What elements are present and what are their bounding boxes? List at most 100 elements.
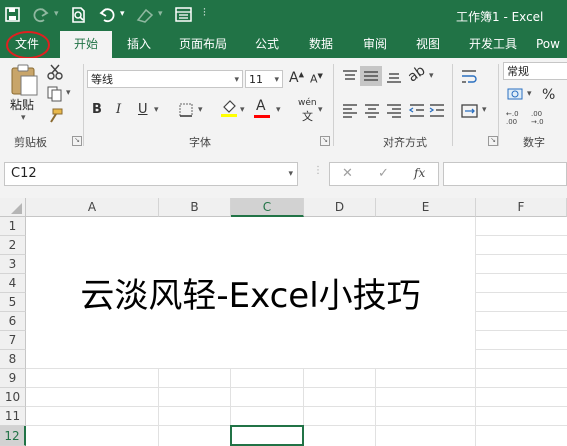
enter-icon[interactable]: ✓	[378, 166, 389, 181]
decrease-decimal-icon[interactable]: .00 →.0	[530, 108, 552, 126]
save-icon[interactable]	[4, 6, 22, 24]
row-header-11[interactable]: 11	[0, 407, 26, 426]
paste-dropdown-icon[interactable]: ▾	[21, 113, 26, 123]
tab-home[interactable]: 开始	[60, 31, 112, 58]
align-left-icon[interactable]	[341, 102, 359, 118]
orientation-dropdown-icon[interactable]: ▾	[429, 71, 434, 81]
copy-dropdown-icon[interactable]: ▾	[66, 88, 71, 98]
underline-button[interactable]: U	[138, 102, 148, 117]
font-name-select[interactable]: 等线 ▾	[87, 70, 243, 88]
row-header-9[interactable]: 9	[0, 369, 26, 388]
column-header-e[interactable]: E	[376, 198, 476, 217]
font-color-dropdown-icon[interactable]: ▾	[276, 105, 281, 115]
active-cell-c12[interactable]	[230, 425, 304, 446]
column-header-f[interactable]: F	[476, 198, 567, 217]
formula-input[interactable]	[443, 162, 567, 186]
column-header-d[interactable]: D	[304, 198, 376, 217]
merge-center-icon[interactable]	[460, 102, 480, 120]
percent-button[interactable]: %	[542, 87, 555, 103]
tab-review[interactable]: 审阅	[353, 31, 397, 58]
fill-color-icon[interactable]	[220, 98, 238, 118]
gridline	[158, 369, 159, 446]
paste-button[interactable]: 粘贴	[10, 96, 34, 113]
row-header-7[interactable]: 7	[0, 331, 26, 350]
cancel-icon[interactable]: ✕	[342, 166, 353, 181]
borders-icon[interactable]	[178, 102, 194, 118]
row-header-10[interactable]: 10	[0, 388, 26, 407]
row-header-5[interactable]: 5	[0, 293, 26, 312]
merge-dropdown-icon[interactable]: ▾	[482, 105, 487, 115]
gridline	[475, 217, 476, 446]
undo-icon[interactable]	[98, 6, 118, 24]
wrap-text-icon[interactable]	[460, 68, 480, 86]
italic-button[interactable]: I	[116, 102, 121, 117]
accounting-dropdown-icon[interactable]: ▾	[527, 89, 532, 99]
insert-function-icon[interactable]: fx	[414, 166, 425, 180]
undo-dropdown-icon[interactable]: ▾	[120, 9, 125, 19]
redo-icon[interactable]	[30, 6, 50, 24]
row-header-8[interactable]: 8	[0, 350, 26, 369]
column-header-c[interactable]: C	[231, 198, 304, 217]
row-header-6[interactable]: 6	[0, 312, 26, 331]
grow-font-icon[interactable]: A▲	[289, 70, 304, 86]
top-align-icon[interactable]	[341, 68, 359, 84]
row-header-3[interactable]: 3	[0, 255, 26, 274]
tab-data[interactable]: 数据	[299, 31, 343, 58]
tab-developer[interactable]: 开发工具	[460, 31, 526, 58]
group-divider	[83, 64, 84, 146]
tab-formulas[interactable]: 公式	[245, 31, 289, 58]
phonetic-icon[interactable]: wén	[298, 98, 317, 108]
row-header-4[interactable]: 4	[0, 274, 26, 293]
align-right-icon[interactable]	[385, 102, 403, 118]
column-header-b[interactable]: B	[159, 198, 231, 217]
bottom-align-icon[interactable]	[385, 68, 403, 84]
font-launcher-icon[interactable]: ↘	[320, 136, 330, 146]
borders-dropdown-icon[interactable]: ▾	[198, 105, 203, 115]
eraser-icon[interactable]	[134, 6, 156, 24]
column-header-a[interactable]: A	[26, 198, 159, 217]
middle-align-button[interactable]	[360, 66, 382, 86]
font-size-select[interactable]: 11 ▾	[245, 70, 283, 88]
copy-icon[interactable]	[46, 86, 64, 102]
gridline	[476, 254, 567, 255]
tab-power[interactable]: Pow	[536, 31, 567, 58]
row-header-1[interactable]: 1	[0, 217, 26, 236]
number-format-select[interactable]: 常规	[503, 62, 567, 80]
font-color-icon[interactable]: A	[256, 98, 266, 114]
name-box[interactable]: C12 ▾	[4, 162, 298, 186]
form-icon[interactable]	[174, 5, 194, 25]
svg-text:.00: .00	[531, 110, 542, 118]
increase-decimal-icon[interactable]: ←.0 .00	[505, 108, 527, 126]
customize-qat-icon[interactable]: ⫶	[203, 6, 206, 20]
format-painter-icon[interactable]	[46, 108, 64, 124]
formula-bar-grip-icon[interactable]: ⋮	[313, 165, 323, 176]
tab-view[interactable]: 视图	[406, 31, 450, 58]
clipboard-launcher-icon[interactable]: ↘	[72, 136, 82, 146]
cut-icon[interactable]	[46, 64, 64, 80]
select-all-button[interactable]	[0, 198, 26, 217]
shrink-font-icon[interactable]: A▼	[310, 72, 323, 86]
tab-page-layout[interactable]: 页面布局	[171, 31, 235, 58]
gridline	[26, 368, 567, 369]
merged-cell-a1-e8[interactable]: 云淡风轻-Excel小技巧	[26, 217, 475, 368]
redo-dropdown-icon[interactable]: ▾	[54, 9, 59, 19]
gridline	[476, 311, 567, 312]
row-header-2[interactable]: 2	[0, 236, 26, 255]
fill-color-dropdown-icon[interactable]: ▾	[240, 105, 245, 115]
tab-insert[interactable]: 插入	[117, 31, 161, 58]
eraser-dropdown-icon[interactable]: ▾	[158, 9, 163, 19]
row-header-12[interactable]: 12	[0, 426, 26, 446]
alignment-launcher-icon[interactable]: ↘	[488, 136, 498, 146]
phonetic-dropdown-icon[interactable]: ▾	[318, 105, 323, 115]
print-preview-icon[interactable]	[70, 6, 88, 24]
paste-icon[interactable]	[8, 62, 40, 96]
worksheet-grid[interactable]: A B C D E F 1 2 3 4 5 6 7 8 9 10 11 12 云…	[0, 198, 567, 446]
accounting-format-icon[interactable]	[506, 86, 526, 104]
orientation-icon[interactable]: ab	[405, 62, 428, 85]
underline-dropdown-icon[interactable]: ▾	[154, 105, 159, 115]
decrease-indent-icon[interactable]	[408, 102, 426, 118]
increase-indent-icon[interactable]	[428, 102, 446, 118]
bold-button[interactable]: B	[92, 102, 102, 117]
chevron-down-icon[interactable]: ▾	[288, 163, 293, 185]
align-center-icon[interactable]	[363, 102, 381, 118]
